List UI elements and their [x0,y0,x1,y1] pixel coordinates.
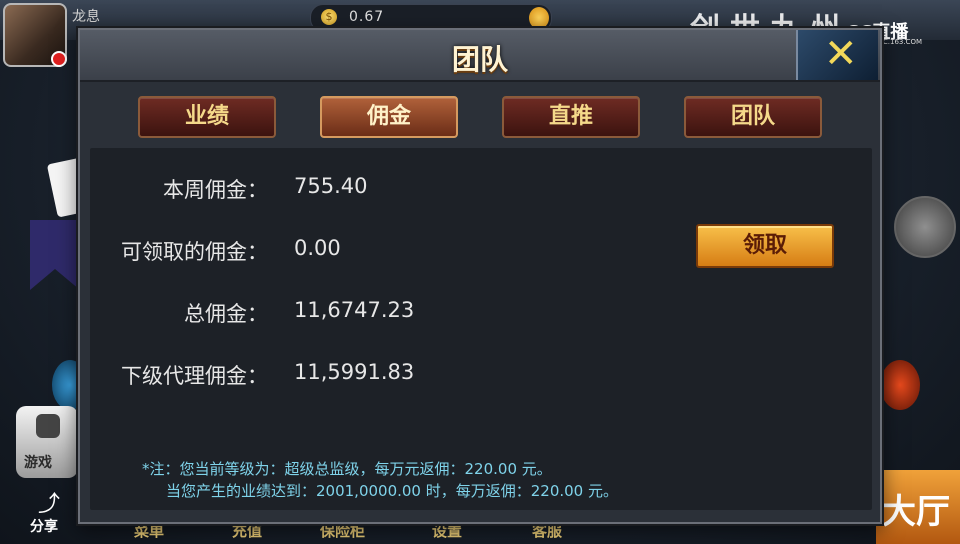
games-button[interactable]: 游戏 [16,406,78,478]
commission-row-subagent: 下级代理佣金： 11,5991.83 [90,360,490,390]
row-value: 0.00 [294,236,341,260]
avatar[interactable] [3,3,67,67]
hall-button[interactable]: 大厅 [876,470,960,544]
username: 龙息 [72,9,100,25]
row-label: 下级代理佣金： [121,364,268,388]
watermark-subtext: CC.163.COM [878,38,923,46]
tab-team[interactable]: 团队 [684,96,822,138]
close-icon: ✕ [824,31,858,77]
share-icon: ⤴ [38,492,61,517]
row-value: 755.40 [294,174,368,198]
coin-value: 0.67 [349,9,385,25]
dialog-header: 团队 ✕ [80,30,880,82]
row-value: 11,5991.83 [294,360,415,384]
claim-button[interactable]: 领取 [696,224,834,268]
note-line-1: *注：您当前等级为：超级总监级，每万元返佣：220.00 元。 [142,460,552,478]
commission-row-total: 总佣金： 11,6747.23 [90,298,490,328]
tab-performance[interactable]: 业绩 [138,96,276,138]
tab-commission[interactable]: 佣金 [320,96,458,138]
tab-direct[interactable]: 直推 [502,96,640,138]
games-label: 游戏 [24,455,52,471]
coin-icon: $ [321,9,337,25]
row-label: 本周佣金： [163,178,268,202]
close-button[interactable]: ✕ [796,30,878,80]
share-button[interactable]: ⤴ 分享 [24,486,74,540]
commission-row-claimable: 可领取的佣金： 0.00 [90,236,490,266]
hall-label: 大厅 [882,492,950,532]
dialog-tabs: 业绩 佣金 直推 团队 [80,96,880,140]
share-label: 分享 [30,519,58,535]
commission-panel: 本周佣金： 755.40 可领取的佣金： 0.00 总佣金： 11,6747.2… [90,148,872,510]
dialog-title: 团队 [451,43,508,76]
row-value: 11,6747.23 [294,298,415,322]
add-coin-button[interactable] [529,7,549,29]
joystick-button[interactable] [894,196,956,258]
notification-dot [51,51,67,67]
row-label: 总佣金： [184,302,268,326]
note-line-2: 当您产生的业绩达到：2001,0000.00 时，每万返佣：220.00 元。 [166,482,618,500]
commission-row-week: 本周佣金： 755.40 [90,174,490,204]
orb-decoration-right [880,360,920,410]
team-dialog: 团队 ✕ 业绩 佣金 直推 团队 本周佣金： 755.40 可领取的佣金： 0.… [78,28,882,524]
gamepad-icon [36,414,60,438]
row-label: 可领取的佣金： [121,240,268,264]
